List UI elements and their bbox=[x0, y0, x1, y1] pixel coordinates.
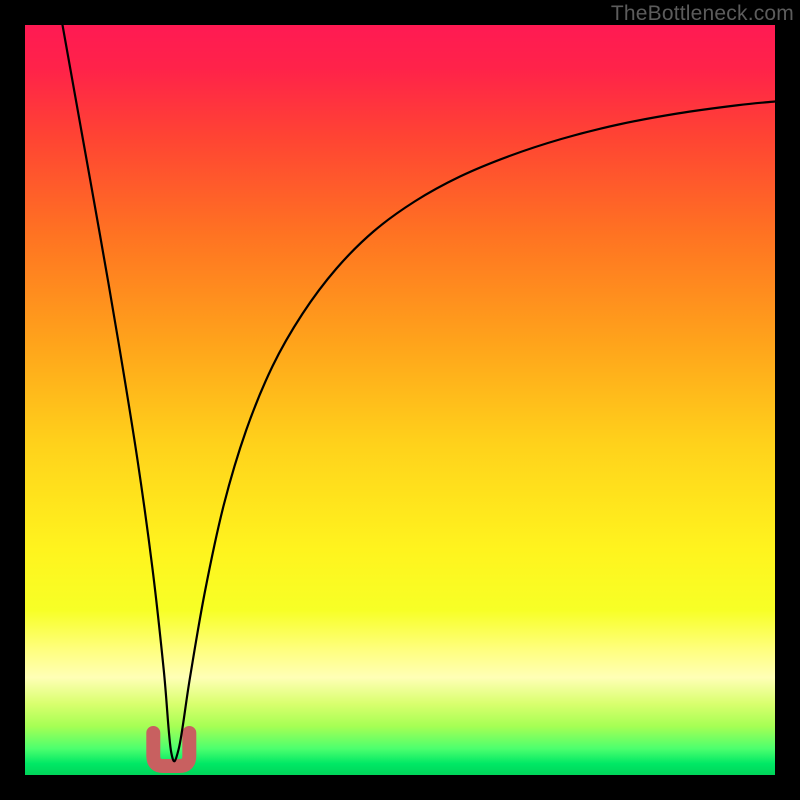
gradient-background bbox=[25, 25, 775, 775]
bottleneck-chart bbox=[25, 25, 775, 775]
watermark-text: TheBottleneck.com bbox=[611, 2, 794, 26]
outer-frame: TheBottleneck.com bbox=[0, 0, 800, 800]
plot-area bbox=[25, 25, 775, 775]
